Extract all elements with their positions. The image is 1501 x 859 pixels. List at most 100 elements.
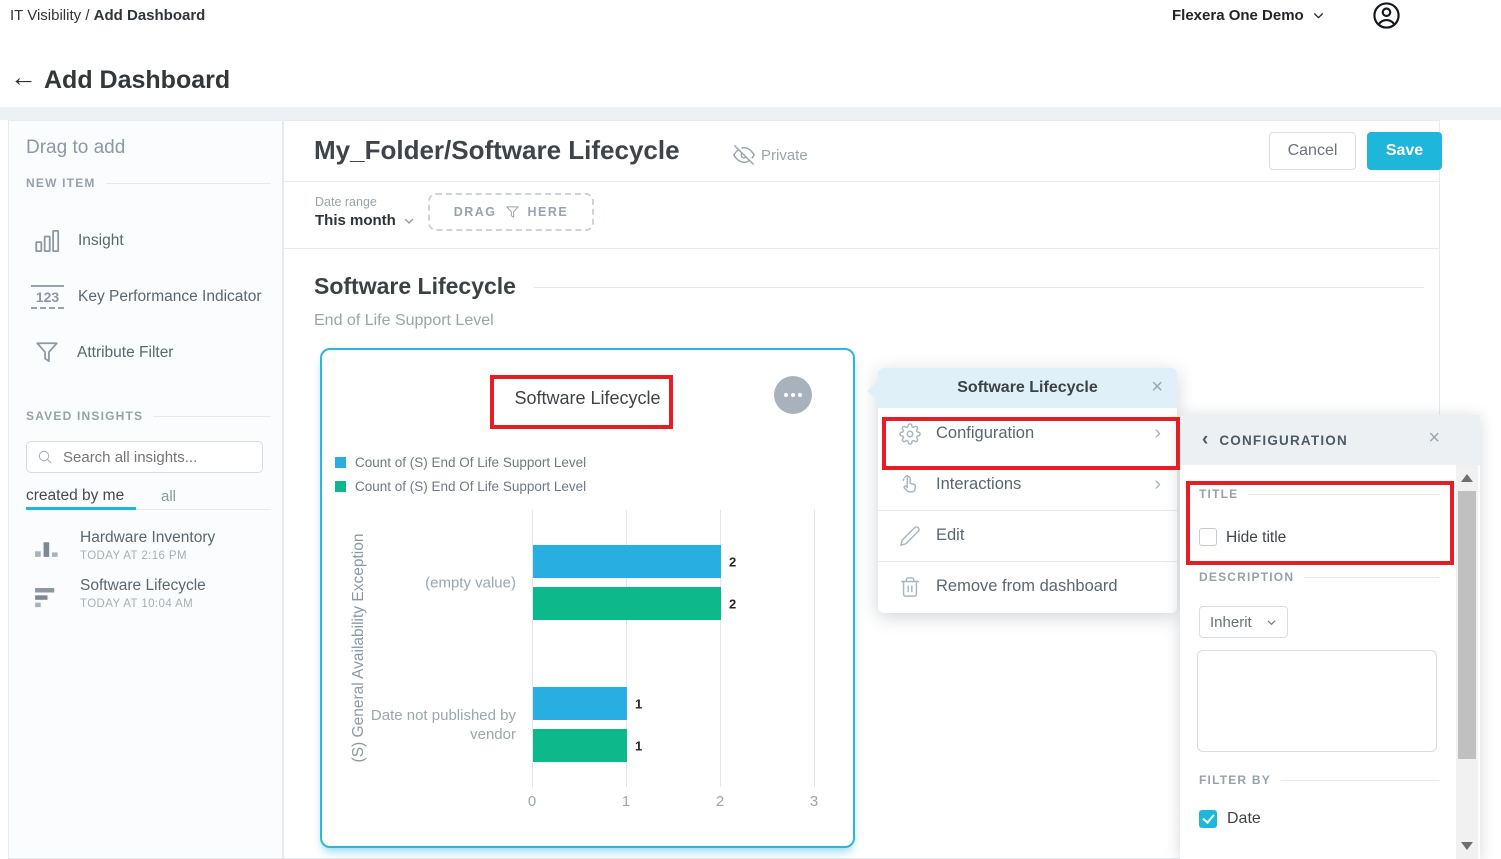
insight-title: Software Lifecycle xyxy=(80,577,206,595)
scroll-up-button[interactable] xyxy=(1461,474,1473,482)
sidebar-item-label: Key Performance Indicator xyxy=(78,288,262,306)
filter-by-section-label: FILTER BY xyxy=(1199,773,1439,787)
menu-item-label: Interactions xyxy=(936,475,1021,494)
insight-title: Hardware Inventory xyxy=(80,529,215,547)
chevron-down-icon xyxy=(1266,617,1277,628)
hide-title-label: Hide title xyxy=(1226,529,1286,547)
x-tick-label: 1 xyxy=(601,793,651,810)
close-icon[interactable]: × xyxy=(1428,427,1440,450)
org-menu[interactable]: Flexera One Demo xyxy=(1172,7,1325,24)
account-icon xyxy=(1372,1,1401,30)
inherit-select[interactable]: Inherit xyxy=(1199,606,1288,638)
page-title: Add Dashboard xyxy=(44,66,230,95)
page: IT Visibility / Add Dashboard Flexera On… xyxy=(0,0,1501,859)
configuration-panel-header: ‹ CONFIGURATION × xyxy=(1180,415,1480,465)
back-button[interactable]: ← xyxy=(10,62,37,93)
chart-bar xyxy=(533,587,721,620)
bar-value-label: 2 xyxy=(729,554,736,569)
chevron-right-icon: › xyxy=(1154,473,1161,496)
scrollbar-thumb[interactable] xyxy=(1458,491,1476,759)
org-menu-label: Flexera One Demo xyxy=(1172,7,1304,24)
sidebar-item-kpi[interactable]: 123 Key Performance Indicator xyxy=(26,273,271,321)
context-menu-title: Software Lifecycle xyxy=(957,379,1098,397)
date-range-label: Date range xyxy=(315,195,377,209)
pencil-icon xyxy=(899,525,921,547)
section-rule xyxy=(534,287,1424,288)
page-header: ← Add Dashboard xyxy=(0,55,1501,107)
insight-search xyxy=(26,441,263,473)
date-filter-checkbox[interactable] xyxy=(1199,810,1217,828)
insight-time: TODAY AT 10:04 AM xyxy=(80,598,206,610)
privacy-label: Private xyxy=(761,147,808,164)
tab-created-by-me[interactable]: created by me xyxy=(26,487,124,505)
menu-item-label: Configuration xyxy=(936,424,1034,443)
drag-filter-dropzone[interactable]: DRAG HERE xyxy=(428,193,594,231)
menu-item-label: Remove from dashboard xyxy=(936,577,1118,596)
list-item-hardware-inventory[interactable]: Hardware Inventory TODAY AT 2:16 PM xyxy=(26,529,271,575)
description-textarea[interactable] xyxy=(1197,650,1437,752)
chart-bar xyxy=(533,687,627,720)
configuration-panel-title: CONFIGURATION xyxy=(1219,433,1348,448)
inherit-value: Inherit xyxy=(1210,614,1252,631)
breadcrumb-separator: / xyxy=(85,7,89,24)
panel-scrollbar xyxy=(1456,465,1478,859)
back-chevron-icon[interactable]: ‹ xyxy=(1202,429,1208,451)
category-label: Date not published by vendor xyxy=(340,706,516,744)
hide-title-checkbox[interactable] xyxy=(1199,528,1217,546)
row-chart-icon xyxy=(34,585,61,623)
date-filter-label: Date xyxy=(1227,810,1261,828)
chevron-down-icon xyxy=(403,215,415,227)
list-item-software-lifecycle[interactable]: Software Lifecycle TODAY AT 10:04 AM xyxy=(26,577,271,623)
section-title: Software Lifecycle xyxy=(314,273,516,300)
insight-time: TODAY AT 2:16 PM xyxy=(80,550,215,562)
widget-context-menu: Software Lifecycle × Configuration › Int… xyxy=(878,368,1177,613)
menu-item-remove[interactable]: Remove from dashboard xyxy=(878,561,1177,612)
column-chart-icon xyxy=(34,537,61,575)
sidebar-item-label: Attribute Filter xyxy=(77,344,173,362)
tab-all[interactable]: all xyxy=(161,488,176,505)
header-divider xyxy=(0,107,1501,120)
x-tick-label: 0 xyxy=(507,793,557,810)
x-tick-label: 2 xyxy=(695,793,745,810)
save-button[interactable]: Save xyxy=(1367,132,1442,170)
search-input[interactable] xyxy=(61,448,255,467)
cancel-button[interactable]: Cancel xyxy=(1269,132,1356,170)
divider xyxy=(284,181,1439,182)
date-range-select[interactable]: This month xyxy=(315,212,415,229)
here-word: HERE xyxy=(528,205,569,219)
topbar: IT Visibility / Add Dashboard Flexera On… xyxy=(0,0,1501,32)
funnel-icon xyxy=(34,340,60,366)
close-icon[interactable]: × xyxy=(1151,376,1163,399)
breadcrumb: IT Visibility / Add Dashboard xyxy=(10,7,205,24)
chart-bar xyxy=(533,545,721,578)
x-tick-label: 3 xyxy=(789,793,839,810)
description-section-label: DESCRIPTION xyxy=(1199,570,1439,584)
insight-widget-card[interactable]: Software Lifecycle Count of (S) End Of L… xyxy=(320,348,855,848)
new-item-section-label: NEW ITEM xyxy=(26,176,271,190)
chevron-right-icon: › xyxy=(1154,422,1161,445)
funnel-icon xyxy=(505,205,520,220)
divider xyxy=(284,248,1439,249)
search-icon xyxy=(37,449,53,465)
sidebar-item-attribute-filter[interactable]: Attribute Filter xyxy=(26,329,271,377)
configuration-panel: ‹ CONFIGURATION × TITLE Hide title DESCR… xyxy=(1180,415,1480,859)
menu-item-edit[interactable]: Edit xyxy=(878,510,1177,561)
account-button[interactable] xyxy=(1372,1,1401,30)
menu-item-label: Edit xyxy=(936,526,964,545)
dashboard-title: My_Folder/Software Lifecycle xyxy=(314,135,680,166)
sidebar-title: Drag to add xyxy=(26,137,125,159)
menu-item-interactions[interactable]: Interactions › xyxy=(878,459,1177,510)
category-label: (empty value) xyxy=(340,573,516,592)
breadcrumb-parent-link[interactable]: IT Visibility xyxy=(10,7,81,24)
active-tab-indicator xyxy=(26,507,136,510)
sidebar-item-insight[interactable]: Insight xyxy=(26,217,271,265)
menu-item-configuration[interactable]: Configuration › xyxy=(878,408,1177,459)
bar-value-label: 1 xyxy=(635,738,642,753)
bar-chart-icon xyxy=(34,228,61,254)
chart-bar xyxy=(533,729,627,762)
scroll-down-button[interactable] xyxy=(1461,842,1473,850)
context-menu-header: Software Lifecycle × xyxy=(878,368,1177,408)
context-menu-pointer xyxy=(867,381,878,401)
cancel-label: Cancel xyxy=(1288,142,1338,160)
section-subtitle: End of Life Support Level xyxy=(314,312,494,330)
